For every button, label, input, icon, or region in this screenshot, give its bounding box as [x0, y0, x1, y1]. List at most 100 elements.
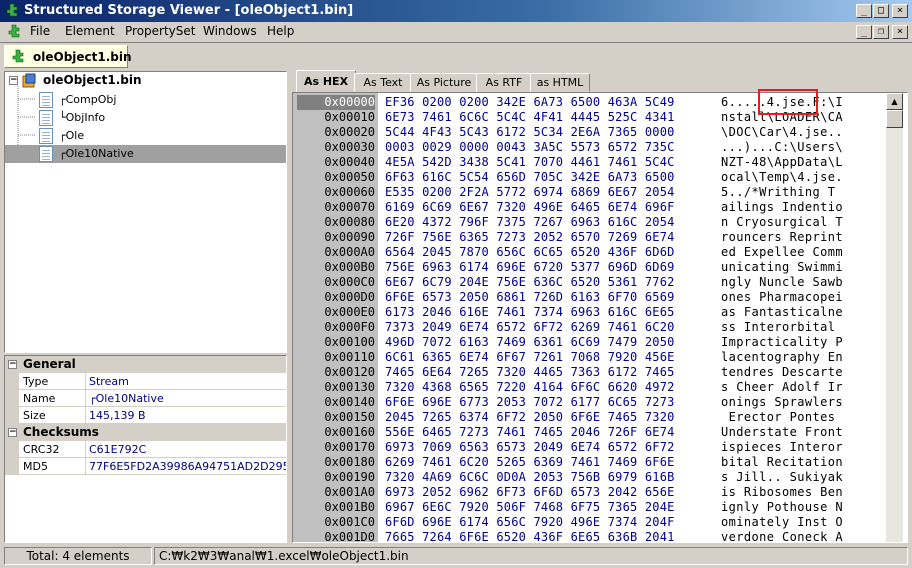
tree-node-ole10native[interactable]: ┌Ole10Native: [5, 145, 286, 163]
hex-offset: 0x00040: [324, 155, 375, 169]
hex-offset: 0x001B0: [324, 500, 375, 514]
tree-node-objinfo[interactable]: └ObjInfo: [37, 109, 286, 127]
hex-offset: 0x00130: [324, 380, 375, 394]
hex-row[interactable]: 0x00150 2045 7265 6374 6F72 2050 6F6E 746…: [293, 410, 889, 425]
hex-row[interactable]: 0x001C0 6F6D 696E 6174 656C 7920 496E 737…: [293, 515, 889, 530]
menu-propertyset[interactable]: PropertySet: [125, 24, 195, 38]
hex-bytes: 6173 2046 616E 7461 7374 6963 616C 6E65: [385, 305, 675, 319]
hex-row[interactable]: 0x000B0 756E 6963 6174 696E 6720 5377 696…: [293, 260, 889, 275]
hex-row[interactable]: 0x000D0 6F6E 6573 2050 6861 726D 6163 6F7…: [293, 290, 889, 305]
hex-row[interactable]: 0x000F0 7373 2049 6E74 6572 6F72 6269 746…: [293, 320, 889, 335]
property-value: 145,139 B: [85, 407, 286, 424]
section-general[interactable]: − General: [5, 356, 286, 373]
hex-offset: 0x00140: [324, 395, 375, 409]
hex-offset: 0x001D0: [324, 530, 375, 543]
collapse-toggle[interactable]: −: [8, 360, 17, 369]
ascii-text: is Ribosomes Ben: [721, 485, 843, 499]
row-gutter: [5, 407, 19, 424]
maximize-button[interactable]: □: [873, 4, 889, 18]
scroll-thumb[interactable]: [886, 110, 903, 128]
scroll-up-button[interactable]: ▲: [886, 93, 903, 110]
hex-offset: 0x00120: [324, 365, 375, 379]
property-value: Stream: [85, 373, 286, 390]
tab-as-rtf[interactable]: As RTF: [476, 73, 532, 92]
tree-node-label: ┌CompObj: [59, 93, 117, 106]
ascii-text: ...)...C:\Users\: [721, 140, 843, 154]
hex-row[interactable]: 0x00090 726F 756E 6365 7273 2052 6570 726…: [293, 230, 889, 245]
hex-row[interactable]: 0x00080 6E20 4372 796F 7375 7267 6963 616…: [293, 215, 889, 230]
hex-row[interactable]: 0x00110 6C61 6365 6E74 6F67 7261 7068 792…: [293, 350, 889, 365]
tab-as-html[interactable]: as HTML: [530, 73, 590, 92]
hex-bytes: 7665 7264 6F6E 6520 436F 6E65 636B 2041: [385, 530, 675, 543]
property-row-name[interactable]: Name ┌Ole10Native: [5, 390, 286, 407]
hex-row[interactable]: 0x00020 5C44 4F43 5C43 6172 5C34 2E6A 736…: [293, 125, 889, 140]
close-button[interactable]: ×: [892, 4, 908, 18]
hex-view[interactable]: 0x00000 EF36 0200 0200 342E 6A73 6500 463…: [292, 92, 908, 543]
mdi-minimize-button[interactable]: _: [856, 25, 872, 39]
collapse-toggle[interactable]: −: [8, 428, 17, 437]
row-gutter: [5, 390, 19, 407]
ascii-text: lacentography En: [721, 350, 843, 364]
menu-element[interactable]: Element: [65, 24, 115, 38]
property-value: 77F6E5FD2A39986A94751AD2D295E...: [85, 458, 286, 475]
hex-row[interactable]: 0x00180 6269 7461 6C20 5265 6369 7461 746…: [293, 455, 889, 470]
hex-row[interactable]: 0x00060 E535 0200 2F2A 5772 6974 6869 6E6…: [293, 185, 889, 200]
menu-file[interactable]: File: [30, 24, 50, 38]
property-row-type[interactable]: Type Stream: [5, 373, 286, 390]
hex-row[interactable]: 0x00040 4E5A 542D 3438 5C41 7070 4461 746…: [293, 155, 889, 170]
ascii-text: tendres Descarte: [721, 365, 843, 379]
hex-row[interactable]: 0x000A0 6564 2045 7870 656C 6C65 6520 436…: [293, 245, 889, 260]
menu-help[interactable]: Help: [267, 24, 294, 38]
tree-node-label: ┌Ole: [59, 129, 85, 142]
tab-as-hex[interactable]: As HEX: [296, 70, 356, 92]
ascii-text: NZT-48\AppData\L: [721, 155, 843, 169]
hex-row[interactable]: 0x00140 6F6E 696E 6773 2053 7072 6177 6C6…: [293, 395, 889, 410]
hex-row[interactable]: 0x00050 6F63 616C 5C54 656D 705C 342E 6A7…: [293, 170, 889, 185]
minimize-button[interactable]: _: [856, 4, 872, 18]
hex-bytes: 7465 6E64 7265 7320 4465 7363 6172 7465: [385, 365, 675, 379]
tab-as-picture[interactable]: As Picture: [410, 73, 478, 92]
hex-bytes: 6973 2052 6962 6F73 6F6D 6573 2042 656E: [385, 485, 675, 499]
hex-row[interactable]: 0x00170 6973 7069 6563 6573 2049 6E74 657…: [293, 440, 889, 455]
vertical-scrollbar[interactable]: ▲: [886, 93, 903, 542]
collapse-toggle[interactable]: −: [9, 76, 18, 85]
property-row-crc32[interactable]: CRC32 C61E792C: [5, 441, 286, 458]
tab-as-text[interactable]: As Text: [354, 73, 412, 92]
hex-row[interactable]: 0x00160 556E 6465 7273 7461 7465 2046 726…: [293, 425, 889, 440]
hex-row[interactable]: 0x000C0 6E67 6C79 204E 756E 636C 6520 536…: [293, 275, 889, 290]
hex-row[interactable]: 0x00100 496D 7072 6163 7469 6361 6C69 747…: [293, 335, 889, 350]
hex-row[interactable]: 0x00070 6169 6C69 6E67 7320 496E 6465 6E7…: [293, 200, 889, 215]
hex-bytes: 6967 6E6C 7920 506F 7468 6F75 7365 204E: [385, 500, 675, 514]
hex-bytes: 6973 7069 6563 6573 2049 6E74 6572 6F72: [385, 440, 675, 454]
highlight-box-jse-filename: [758, 89, 818, 115]
section-checksums[interactable]: − Checksums: [5, 424, 286, 441]
mdi-restore-button[interactable]: ❐: [873, 25, 889, 39]
hex-offset: 0x001A0: [324, 485, 375, 499]
hex-bytes: 6F6E 6573 2050 6861 726D 6163 6F70 6569: [385, 290, 675, 304]
hex-row[interactable]: 0x00190 7320 4A69 6C6C 0D0A 2053 756B 697…: [293, 470, 889, 485]
hex-offset: 0x000A0: [324, 245, 375, 259]
hex-row[interactable]: 0x00030 0003 0029 0000 0043 3A5C 5573 657…: [293, 140, 889, 155]
hex-bytes: 6F63 616C 5C54 656D 705C 342E 6A73 6500: [385, 170, 675, 184]
tree-node-ole[interactable]: ┌Ole: [37, 127, 286, 145]
property-row-md5[interactable]: MD5 77F6E5FD2A39986A94751AD2D295E...: [5, 458, 286, 475]
property-row-size[interactable]: Size 145,139 B: [5, 407, 286, 424]
menu-windows[interactable]: Windows: [203, 24, 257, 38]
hex-row[interactable]: 0x001A0 6973 2052 6962 6F73 6F6D 6573 204…: [293, 485, 889, 500]
tree-node-label: └ObjInfo: [59, 111, 106, 124]
tree-node-compobj[interactable]: ┌CompObj: [37, 91, 286, 109]
tree-node-root[interactable]: − oleObject1.bin: [7, 72, 286, 90]
mdi-close-button[interactable]: ×: [892, 25, 908, 39]
hex-row[interactable]: 0x00130 7320 4368 6565 7220 4164 6F6C 662…: [293, 380, 889, 395]
hex-bytes: E535 0200 2F2A 5772 6974 6869 6E67 2054: [385, 185, 675, 199]
hex-offset: 0x00030: [324, 140, 375, 154]
document-tab[interactable]: oleObject1.bin: [4, 45, 132, 68]
hex-row[interactable]: 0x00120 7465 6E64 7265 7320 4465 7363 617…: [293, 365, 889, 380]
hex-row[interactable]: 0x001D0 7665 7264 6F6E 6520 436F 6E65 636…: [293, 530, 889, 543]
hex-row[interactable]: 0x001B0 6967 6E6C 7920 506F 7468 6F75 736…: [293, 500, 889, 515]
ascii-text: ed Expellee Comm: [721, 245, 843, 259]
hex-row[interactable]: 0x000E0 6173 2046 616E 7461 7374 6963 616…: [293, 305, 889, 320]
hex-offset: 0x00020: [324, 125, 375, 139]
hex-bytes: 7373 2049 6E74 6572 6F72 6269 7461 6C20: [385, 320, 675, 334]
ascii-text: s Jill.. Sukiyak: [721, 470, 843, 484]
